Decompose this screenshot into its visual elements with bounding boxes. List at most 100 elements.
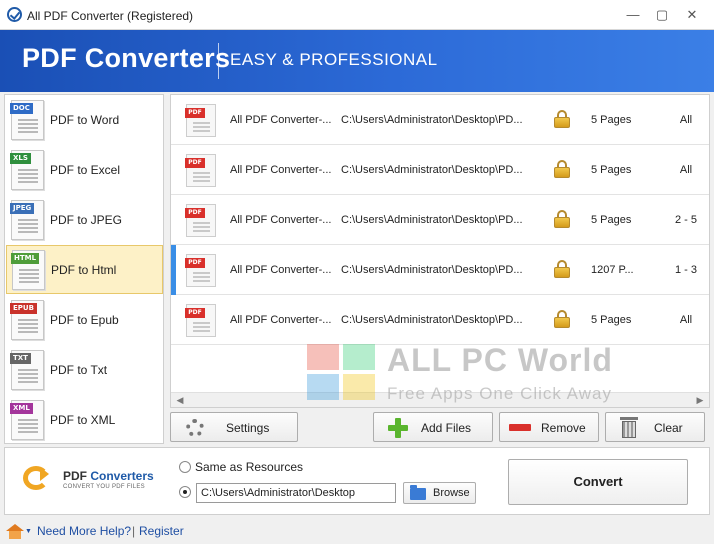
pdf-tag: PDF	[185, 308, 205, 318]
output-panel: PDF Converters CONVERT YOU PDF FILES Sam…	[4, 447, 710, 515]
file-type-tag: XML	[10, 403, 33, 414]
page-range[interactable]: All	[661, 314, 709, 326]
file-path: C:\Users\Administrator\Desktop\PD...	[341, 114, 523, 126]
conversion-sidebar: DOC PDF to Word XLS PDF to Excel JPEG PD…	[4, 94, 164, 444]
pdf-file-icon: PDF	[185, 204, 216, 237]
file-name: All PDF Converter-...	[230, 264, 332, 276]
browse-button[interactable]: Browse	[403, 482, 476, 504]
file-name: All PDF Converter-...	[230, 114, 332, 126]
settings-button[interactable]: Settings	[170, 412, 298, 442]
status-separator: |	[132, 524, 136, 538]
file-name: All PDF Converter-...	[230, 164, 332, 176]
sidebar-item-pdf-to-excel[interactable]: XLS PDF to Excel	[6, 146, 163, 195]
pdf-file-icon: PDF	[185, 254, 216, 287]
page-count: 1207 P...	[591, 264, 634, 276]
sidebar-item-pdf-to-jpeg[interactable]: JPEG PDF to JPEG	[6, 196, 163, 245]
sidebar-item-label: PDF to Txt	[50, 363, 108, 377]
page-count: 5 Pages	[591, 114, 632, 126]
file-type-tag: TXT	[10, 353, 31, 364]
convert-button[interactable]: Convert	[508, 459, 688, 505]
page-range[interactable]: All	[661, 164, 709, 176]
lock-icon[interactable]	[554, 310, 570, 328]
maximize-button[interactable]: ▢	[654, 8, 670, 22]
folder-icon	[410, 485, 426, 500]
scroll-left-icon[interactable]: ◀	[173, 394, 187, 407]
file-list[interactable]: PDF All PDF Converter-... C:\Users\Admin…	[170, 94, 710, 408]
doc-file-icon: DOC	[10, 100, 44, 140]
trash-icon	[620, 417, 638, 438]
file-type-tag: XLS	[10, 153, 31, 164]
remove-button[interactable]: Remove	[499, 412, 599, 442]
header-banner: PDF Converters EASY & PROFESSIONAL	[0, 30, 714, 92]
clear-button[interactable]: Clear	[605, 412, 705, 442]
page-range[interactable]: 1 - 3	[661, 264, 709, 276]
horizontal-scrollbar[interactable]: ◀ ▶	[171, 392, 709, 407]
file-row[interactable]: PDF All PDF Converter-... C:\Users\Admin…	[171, 195, 709, 245]
sidebar-item-pdf-to-xml[interactable]: XML PDF to XML	[6, 396, 163, 445]
remove-label: Remove	[541, 421, 586, 435]
lock-icon[interactable]	[554, 210, 570, 228]
pdf-file-icon: PDF	[185, 104, 216, 137]
sidebar-item-pdf-to-txt[interactable]: TXT PDF to Txt	[6, 346, 163, 395]
title-bar: All PDF Converter (Registered) — ▢ ✕	[0, 0, 714, 30]
same-as-resources-label[interactable]: Same as Resources	[195, 460, 303, 474]
file-path: C:\Users\Administrator\Desktop\PD...	[341, 314, 523, 326]
page-count: 5 Pages	[591, 214, 632, 226]
file-name: All PDF Converter-...	[230, 214, 332, 226]
brand-title: PDF Converters	[22, 43, 231, 73]
status-bar: ▼ Need More Help? | Register	[0, 518, 714, 544]
pdf-tag: PDF	[185, 208, 205, 218]
pdf-tag: PDF	[185, 108, 205, 118]
xml-file-icon: XML	[10, 400, 44, 440]
file-row-selected[interactable]: PDF All PDF Converter-... C:\Users\Admin…	[171, 245, 709, 295]
sidebar-item-pdf-to-html[interactable]: HTML PDF to Html	[6, 245, 163, 294]
output-brand: PDF Converters	[63, 469, 154, 483]
brand-subtitle: CONVERT YOU PDF FILES	[63, 484, 145, 490]
need-more-help-link[interactable]: Need More Help?	[37, 524, 131, 538]
minus-icon	[509, 424, 531, 431]
add-files-button[interactable]: Add Files	[373, 412, 493, 442]
custom-path-radio[interactable]	[179, 486, 191, 498]
sidebar-item-label: PDF to Excel	[50, 163, 121, 177]
gear-icon	[186, 419, 204, 437]
file-row[interactable]: PDF All PDF Converter-... C:\Users\Admin…	[171, 95, 709, 145]
pdf-tag: PDF	[185, 158, 205, 168]
app-icon	[7, 7, 22, 22]
sidebar-item-label: PDF to JPEG	[50, 213, 123, 227]
sidebar-item-pdf-to-word[interactable]: DOC PDF to Word	[6, 96, 163, 145]
pdf-file-icon: PDF	[185, 304, 216, 337]
file-type-tag: HTML	[11, 253, 40, 264]
page-count: 5 Pages	[591, 164, 632, 176]
xls-file-icon: XLS	[10, 150, 44, 190]
output-path-field[interactable]: C:\Users\Administrator\Desktop	[196, 483, 396, 503]
pdf-tag: PDF	[185, 258, 205, 268]
lock-icon[interactable]	[554, 110, 570, 128]
chevron-down-icon[interactable]: ▼	[25, 528, 32, 535]
plus-icon	[388, 418, 408, 438]
lock-icon[interactable]	[554, 260, 570, 278]
home-icon[interactable]	[6, 524, 24, 539]
file-type-tag: DOC	[10, 103, 33, 114]
page-range[interactable]: 2 - 5	[661, 214, 709, 226]
scroll-right-icon[interactable]: ▶	[693, 394, 707, 407]
brand-word: Converters	[90, 469, 154, 483]
page-range[interactable]: All	[661, 114, 709, 126]
sidebar-item-label: PDF to Epub	[50, 313, 119, 327]
file-path: C:\Users\Administrator\Desktop\PD...	[341, 264, 523, 276]
txt-file-icon: TXT	[10, 350, 44, 390]
close-button[interactable]: ✕	[684, 8, 700, 22]
sidebar-item-pdf-to-epub[interactable]: EPUB PDF to Epub	[6, 296, 163, 345]
register-link[interactable]: Register	[139, 524, 184, 538]
page-count: 5 Pages	[591, 314, 632, 326]
file-row[interactable]: PDF All PDF Converter-... C:\Users\Admin…	[171, 145, 709, 195]
same-as-resources-radio[interactable]	[179, 461, 191, 473]
jpeg-file-icon: JPEG	[10, 200, 44, 240]
file-row[interactable]: PDF All PDF Converter-... C:\Users\Admin…	[171, 295, 709, 345]
minimize-button[interactable]: —	[625, 8, 641, 22]
lock-icon[interactable]	[554, 160, 570, 178]
sidebar-item-label: PDF to Html	[51, 263, 117, 277]
sidebar-item-label: PDF to Word	[50, 113, 120, 127]
brand-pdf: PDF	[63, 469, 87, 483]
settings-label: Settings	[226, 421, 270, 435]
converter-logo-icon	[23, 464, 57, 492]
